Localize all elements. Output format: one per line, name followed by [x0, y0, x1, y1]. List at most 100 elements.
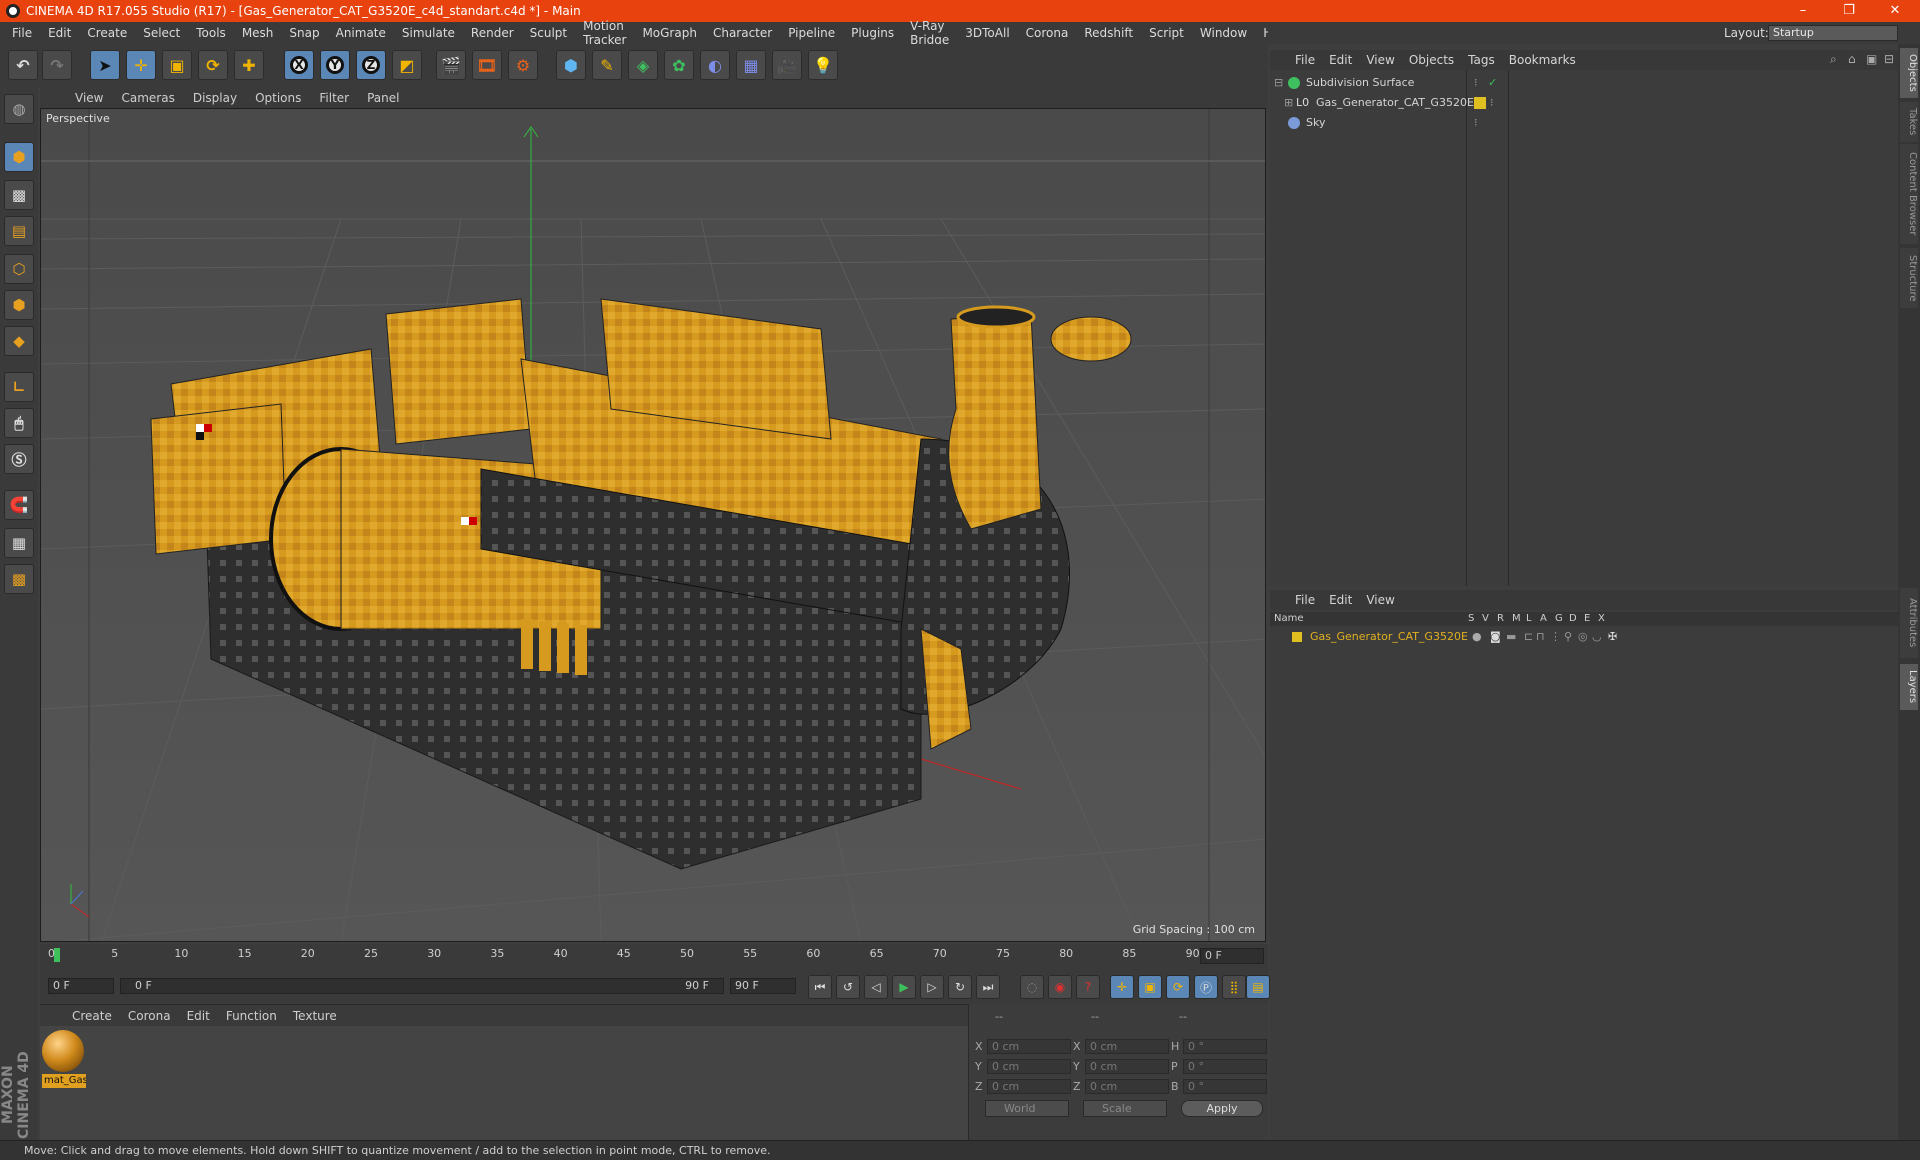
viewport-menu-filter[interactable]: Filter [310, 91, 358, 105]
new-view-icon[interactable]: ▣ [1866, 52, 1877, 66]
pos-x-field[interactable]: 0 cm [987, 1039, 1071, 1054]
next-key-icon[interactable]: ↻ [948, 975, 972, 999]
snap-magnet-icon[interactable]: 🧲 [4, 490, 34, 520]
visibility-dots-icon[interactable]: ⁝ [1490, 94, 1494, 112]
layer-color-swatch[interactable] [1474, 97, 1486, 109]
menu-edit[interactable]: Edit [40, 26, 79, 40]
timeline-ruler[interactable]: 0 F 0 5 10 15 20 25 30 35 40 45 50 55 60 65 70 75 80 85 90 [40, 944, 1268, 970]
axis-x-lock-button[interactable]: X [284, 50, 314, 80]
animation-icon[interactable]: ⋮ [1550, 628, 1561, 646]
make-editable-icon[interactable]: ◍ [4, 94, 34, 124]
size-mode-dropdown[interactable]: Scale [1083, 1100, 1167, 1117]
edit-render-settings-icon[interactable]: ⚙ [508, 50, 538, 80]
viewport-menu-view[interactable]: View [66, 91, 112, 105]
start-frame-field[interactable]: 0 F [48, 978, 114, 994]
close-button[interactable]: ✕ [1872, 0, 1918, 22]
rot-h-field[interactable]: 0 ° [1183, 1039, 1267, 1054]
xref-icon[interactable]: ✠ [1608, 628, 1617, 646]
points-mode-icon[interactable]: ⬡ [4, 254, 34, 284]
visibility-dots-icon[interactable]: ⁝ [1474, 114, 1478, 132]
menu-3dtoall[interactable]: 3DToAll [957, 26, 1017, 40]
workplane-icon[interactable]: ▤ [4, 216, 34, 246]
tab-layers[interactable]: Layers [1900, 664, 1918, 710]
render-icon[interactable]: ▬ [1506, 628, 1516, 646]
material-menu-corona[interactable]: Corona [120, 1009, 179, 1023]
pos-z-field[interactable]: 0 cm [987, 1079, 1071, 1094]
select-cursor-icon[interactable]: ➤ [90, 50, 120, 80]
layer-header-name[interactable]: Name [1274, 613, 1304, 624]
axis-y-lock-button[interactable]: Y [320, 50, 350, 80]
solo-dot-icon[interactable]: ● [1472, 628, 1482, 646]
object-menu-view[interactable]: View [1359, 53, 1401, 67]
object-row-sky[interactable]: Sky ⁝ [1274, 114, 1894, 132]
rot-p-field[interactable]: 0 ° [1183, 1059, 1267, 1074]
pos-y-field[interactable]: 0 cm [987, 1059, 1071, 1074]
cloner-icon[interactable]: ✿ [664, 50, 694, 80]
object-menu-edit[interactable]: Edit [1322, 53, 1359, 67]
layer-header-v[interactable]: V [1482, 613, 1489, 624]
menu-select[interactable]: Select [135, 26, 188, 40]
object-menu-file[interactable]: File [1288, 53, 1322, 67]
redo-icon[interactable]: ↷ [42, 50, 72, 80]
material-preview-sphere[interactable] [42, 1030, 84, 1072]
minimize-button[interactable]: – [1780, 0, 1826, 22]
rotate-icon[interactable]: ⟳ [198, 50, 228, 80]
camera-icon[interactable]: 🎥 [772, 50, 802, 80]
menu-mesh[interactable]: Mesh [234, 26, 282, 40]
light-icon[interactable]: 💡 [808, 50, 838, 80]
coordinate-system-icon[interactable]: ◩ [392, 50, 422, 80]
model-mode-icon[interactable]: ⬢ [4, 142, 34, 172]
lock-icon[interactable]: ⊟ [1884, 52, 1894, 66]
expressions-icon[interactable]: ◡ [1592, 628, 1602, 646]
layer-menu-edit[interactable]: Edit [1322, 593, 1359, 607]
pen-spline-icon[interactable]: ✎ [592, 50, 622, 80]
lock-icon[interactable]: ⊓ [1536, 628, 1545, 646]
tab-takes[interactable]: Takes [1900, 102, 1918, 142]
material-menu-create[interactable]: Create [64, 1009, 120, 1023]
apply-button[interactable]: Apply [1181, 1100, 1263, 1117]
menu-tools[interactable]: Tools [188, 26, 234, 40]
cube-primitive-icon[interactable]: ⬢ [556, 50, 586, 80]
material-menu-texture[interactable]: Texture [285, 1009, 345, 1023]
menu-snap[interactable]: Snap [281, 26, 327, 40]
search-icon[interactable]: ⌕ [1830, 52, 1837, 67]
floor-icon[interactable]: ▦ [736, 50, 766, 80]
layout-select[interactable]: Startup [1768, 25, 1898, 41]
object-menu-bookmarks[interactable]: Bookmarks [1502, 53, 1583, 67]
viewport-menu-panel[interactable]: Panel [358, 91, 408, 105]
layer-header-g[interactable]: G [1555, 613, 1563, 624]
object-menu-objects[interactable]: Objects [1402, 53, 1461, 67]
texture-mode-icon[interactable]: ▩ [4, 180, 34, 210]
layer-header-r[interactable]: R [1497, 613, 1504, 624]
expand-icon[interactable]: ⊞ [1284, 94, 1293, 112]
enabled-check-icon[interactable]: ✓ [1488, 74, 1497, 92]
menu-corona[interactable]: Corona [1018, 26, 1077, 40]
menu-character[interactable]: Character [705, 26, 780, 40]
menu-redshift[interactable]: Redshift [1076, 26, 1141, 40]
object-row-gas-generator[interactable]: ⊞ L0 Gas_Generator_CAT_G3520E ⁝ [1274, 94, 1894, 112]
menu-pipeline[interactable]: Pipeline [780, 26, 843, 40]
menu-animate[interactable]: Animate [328, 26, 394, 40]
viewport-camera-label[interactable]: Perspective [46, 112, 110, 125]
coord-system-dropdown[interactable]: World [985, 1100, 1069, 1117]
object-menu-tags[interactable]: Tags [1461, 53, 1502, 67]
menu-file[interactable]: File [4, 26, 40, 40]
layer-header-s[interactable]: S [1468, 613, 1474, 624]
key-scale-icon[interactable]: ▣ [1138, 975, 1162, 999]
move-icon[interactable]: ✛ [126, 50, 156, 80]
menu-simulate[interactable]: Simulate [394, 26, 463, 40]
menu-window[interactable]: Window [1192, 26, 1255, 40]
scale-icon[interactable]: ▣ [162, 50, 192, 80]
key-position-icon[interactable]: ✛ [1110, 975, 1134, 999]
material-name[interactable]: mat_Gas [42, 1074, 86, 1088]
tab-structure[interactable]: Structure [1900, 248, 1918, 308]
view-eye-icon[interactable]: ◙ [1490, 628, 1501, 646]
previous-frame-icon[interactable]: ◁ [864, 975, 888, 999]
workplane-lock-icon[interactable]: ▦ [4, 528, 34, 558]
menu-create[interactable]: Create [79, 26, 135, 40]
layer-color-swatch[interactable] [1292, 632, 1302, 642]
render-picture-viewer-icon[interactable]: 🎞 [472, 50, 502, 80]
subdivision-surface-icon[interactable]: ◈ [628, 50, 658, 80]
menu-render[interactable]: Render [463, 26, 522, 40]
material-menu-function[interactable]: Function [218, 1009, 285, 1023]
